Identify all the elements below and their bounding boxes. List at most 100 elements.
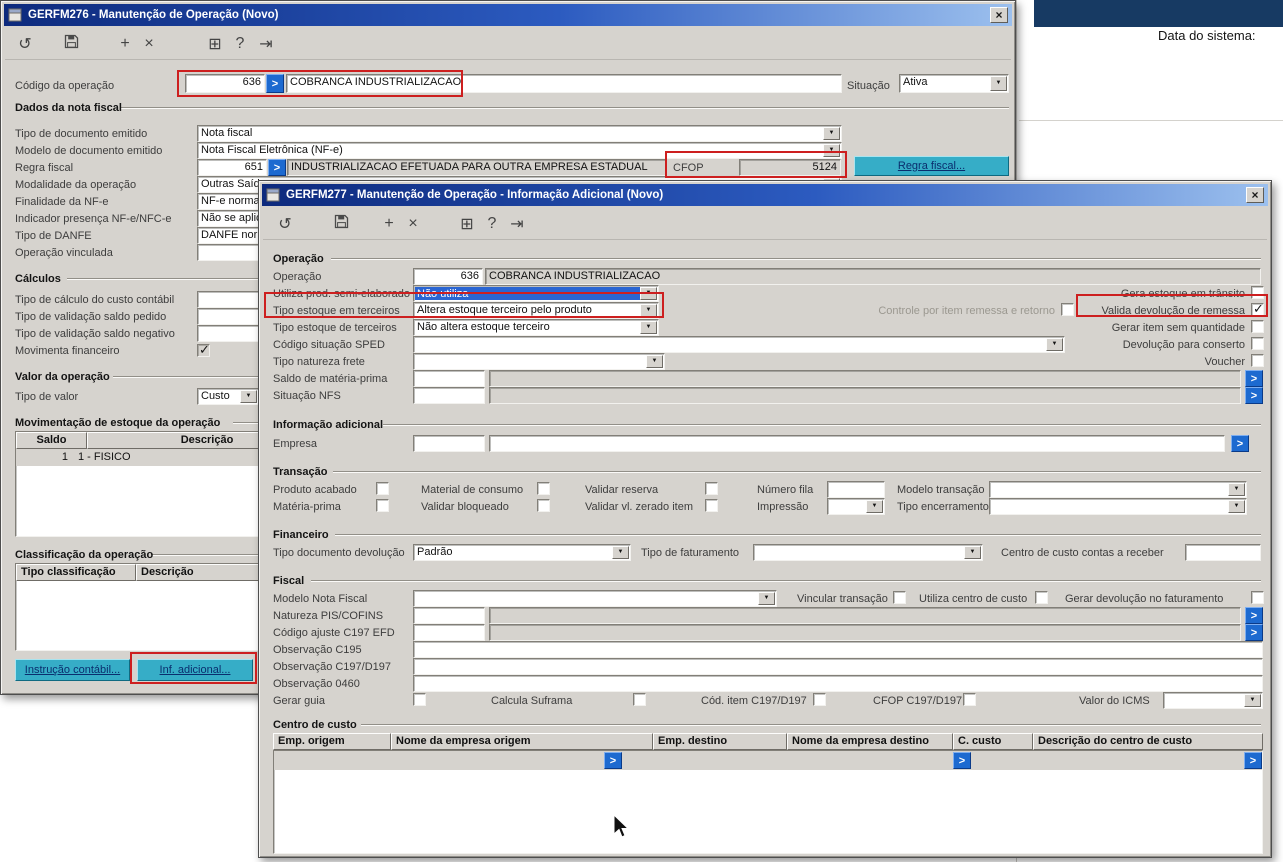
empresa-lookup-button[interactable]: [1231, 435, 1249, 452]
observacao-c197-input[interactable]: [413, 658, 1263, 675]
observacao-c195-input[interactable]: [413, 641, 1263, 658]
gera-estoque-transito-checkbox[interactable]: [1251, 286, 1264, 299]
cc-col-nome-origem[interactable]: Nome da empresa origem: [391, 733, 653, 750]
utiliza-centro-custo-checkbox[interactable]: [1035, 591, 1048, 604]
natureza-pis-cofins-input[interactable]: [413, 607, 485, 624]
operacao-input[interactable]: 636: [413, 268, 483, 285]
exit-button[interactable]: ⇥: [505, 212, 529, 236]
cc-row[interactable]: [274, 751, 1262, 770]
cfop-c197-checkbox[interactable]: [963, 693, 976, 706]
calcula-suframa-label: Calcula Suframa: [491, 695, 573, 707]
observacao-0460-input[interactable]: [413, 675, 1263, 692]
gerar-guia-checkbox[interactable]: [413, 693, 426, 706]
inf-adicional-button[interactable]: Inf. adicional...: [137, 659, 253, 681]
codigo-situacao-sped-select[interactable]: [413, 336, 1065, 353]
regra-fiscal-button[interactable]: Regra fiscal...: [854, 156, 1009, 176]
estoque-row[interactable]: 1 1 - FISICO: [16, 449, 258, 466]
impressao-select[interactable]: [827, 498, 885, 515]
close-button-277[interactable]: ×: [1246, 187, 1264, 203]
cc-col-c-custo[interactable]: C. custo: [953, 733, 1033, 750]
regra-fiscal-input[interactable]: 651: [197, 159, 267, 176]
save-icon: [64, 34, 79, 54]
undo-button[interactable]: ↺: [13, 32, 37, 56]
tipo-documento-select[interactable]: Nota fiscal: [197, 125, 842, 142]
tipo-natureza-frete-select[interactable]: [413, 353, 665, 370]
help-button[interactable]: ?: [480, 212, 504, 236]
delete-button[interactable]: ×: [137, 32, 161, 56]
empresa-desc-input[interactable]: [489, 435, 1225, 452]
estoque-col-saldo[interactable]: Saldo: [16, 432, 87, 449]
gerar-devolucao-faturamento-checkbox[interactable]: [1251, 591, 1264, 604]
modelo-transacao-select[interactable]: [989, 481, 1247, 498]
validar-bloqueado-checkbox[interactable]: [537, 499, 550, 512]
tipo-calculo-custo-input[interactable]: [197, 291, 259, 308]
operacao-label: Operação: [273, 271, 322, 283]
codigo-lookup-button[interactable]: [266, 74, 284, 93]
codigo-operacao-input[interactable]: 636: [185, 74, 265, 93]
semi-elaborado-select[interactable]: Não utiliza: [413, 285, 659, 302]
ajuste-lookup-button[interactable]: [1245, 624, 1263, 641]
save-button[interactable]: [59, 32, 83, 56]
modelo-nota-fiscal-select[interactable]: [413, 590, 777, 607]
new-button[interactable]: +: [377, 212, 401, 236]
movimenta-financeiro-checkbox[interactable]: [197, 342, 210, 358]
numero-fila-input[interactable]: [827, 481, 885, 498]
instrucao-contabil-button[interactable]: Instrução contábil...: [15, 659, 130, 681]
tipo-estoque-de-terceiros-select[interactable]: Não altera estoque terceiro: [413, 319, 659, 336]
tipo-faturamento-select[interactable]: [753, 544, 983, 561]
cc-col-emp-origem[interactable]: Emp. origem: [273, 733, 391, 750]
calendar-button[interactable]: ⊞: [455, 212, 479, 236]
classificacao-col-tipo[interactable]: Tipo classificação: [16, 564, 136, 581]
validar-zerado-checkbox[interactable]: [705, 499, 718, 512]
gerar-item-sem-quantidade-checkbox[interactable]: [1251, 320, 1264, 333]
new-button[interactable]: +: [113, 32, 137, 56]
situacao-select[interactable]: Ativa: [899, 74, 1009, 93]
modelo-documento-select[interactable]: Nota Fiscal Eletrônica (NF-e): [197, 142, 842, 159]
calcula-suframa-checkbox[interactable]: [633, 693, 646, 706]
valida-devolucao-checkbox[interactable]: [1251, 301, 1264, 317]
controle-item-remessa-checkbox[interactable]: [1061, 303, 1074, 316]
help-button[interactable]: ?: [228, 32, 252, 56]
natureza-lookup-button[interactable]: [1245, 607, 1263, 624]
calendar-button[interactable]: ⊞: [203, 32, 227, 56]
operacao-vinculada-input[interactable]: [197, 244, 259, 261]
vincular-transacao-checkbox[interactable]: [893, 591, 906, 604]
produto-acabado-checkbox[interactable]: [376, 482, 389, 495]
cc-col-emp-destino[interactable]: Emp. destino: [653, 733, 787, 750]
tipo-documento-devolucao-select[interactable]: Padrão: [413, 544, 631, 561]
validar-reserva-checkbox[interactable]: [705, 482, 718, 495]
cod-item-c197-checkbox[interactable]: [813, 693, 826, 706]
validacao-saldo-negativo-input[interactable]: [197, 325, 259, 342]
tipo-encerramento-select[interactable]: [989, 498, 1247, 515]
cc-col-nome-destino[interactable]: Nome da empresa destino: [787, 733, 953, 750]
saldo-mp-lookup-button[interactable]: [1245, 370, 1263, 387]
materia-prima-checkbox[interactable]: [376, 499, 389, 512]
cc-col-descricao[interactable]: Descrição do centro de custo: [1033, 733, 1263, 750]
centro-custo-receber-input[interactable]: [1185, 544, 1261, 561]
tipo-estoque-em-terceiros-select[interactable]: Altera estoque terceiro pelo produto: [413, 302, 659, 319]
codigo-ajuste-c197-input[interactable]: [413, 624, 485, 641]
cc-destino-lookup-button[interactable]: [953, 752, 971, 769]
material-consumo-checkbox[interactable]: [537, 482, 550, 495]
tipo-valor-select[interactable]: Custo: [197, 388, 259, 405]
devolucao-conserto-checkbox[interactable]: [1251, 337, 1264, 350]
saldo-materia-prima-input[interactable]: [413, 370, 485, 387]
cc-custo-lookup-button[interactable]: [1244, 752, 1262, 769]
group-movimentacao-estoque: Movimentação de estoque da operação: [15, 417, 221, 429]
situacao-nfs-lookup-button[interactable]: [1245, 387, 1263, 404]
valor-icms-select[interactable]: [1163, 692, 1263, 709]
titlebar-276[interactable]: GERFM276 - Manutenção de Operação (Novo): [4, 4, 1012, 26]
codigo-descricao-input[interactable]: COBRANCA INDUSTRIALIZACAO: [286, 74, 842, 93]
empresa-input[interactable]: [413, 435, 485, 452]
validacao-saldo-pedido-input[interactable]: [197, 308, 259, 325]
undo-button[interactable]: ↺: [273, 212, 297, 236]
save-button[interactable]: [329, 212, 353, 236]
voucher-checkbox[interactable]: [1251, 354, 1264, 367]
exit-button[interactable]: ⇥: [254, 32, 278, 56]
cc-origem-lookup-button[interactable]: [604, 752, 622, 769]
delete-button[interactable]: ×: [401, 212, 425, 236]
close-button-276[interactable]: ×: [990, 7, 1008, 23]
titlebar-277[interactable]: GERFM277 - Manutenção de Operação - Info…: [262, 184, 1268, 206]
regra-lookup-button[interactable]: [268, 159, 286, 176]
situacao-nfs-input[interactable]: [413, 387, 485, 404]
